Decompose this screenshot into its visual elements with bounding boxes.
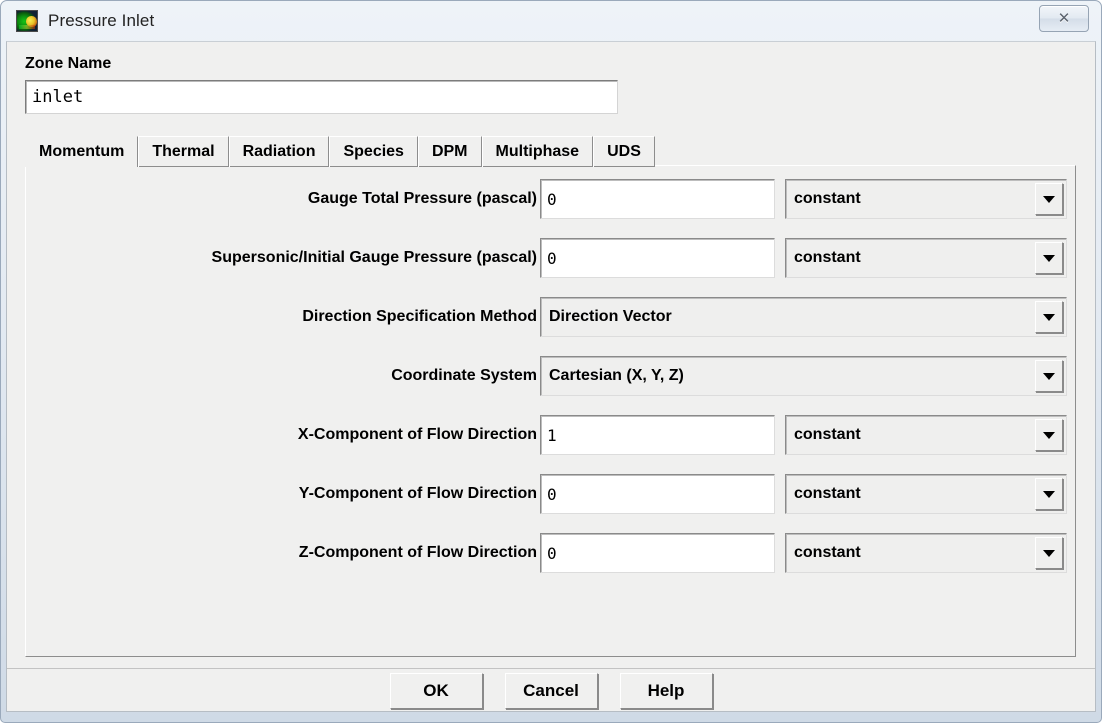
button-label: Cancel <box>523 681 579 701</box>
close-icon: ✕ <box>1058 11 1071 26</box>
tab-radiation[interactable]: Radiation <box>229 136 330 167</box>
row-x-component-of-flow-direction: X-Component of Flow Direction constant <box>26 415 1075 455</box>
chevron-down-icon[interactable] <box>1035 183 1063 215</box>
tab-thermal[interactable]: Thermal <box>138 136 228 167</box>
combo-selected-value: Cartesian (X, Y, Z) <box>541 367 684 385</box>
chevron-down-icon[interactable] <box>1035 360 1063 392</box>
x-component-of-flow-direction-input[interactable] <box>540 415 775 455</box>
z-component-of-flow-direction-input[interactable] <box>540 533 775 573</box>
pressure-inlet-dialog: Pressure Inlet ✕ Zone Name Momentum Therm… <box>0 0 1102 723</box>
ok-button[interactable]: OK <box>390 673 483 709</box>
zone-name-label: Zone Name <box>25 55 111 73</box>
chevron-down-icon[interactable] <box>1035 242 1063 274</box>
chevron-down-icon[interactable] <box>1035 419 1063 451</box>
chevron-down-glyph <box>1043 432 1055 439</box>
row-z-component-of-flow-direction: Z-Component of Flow Direction constant <box>26 533 1075 573</box>
row-coordinate-system: Coordinate SystemCartesian (X, Y, Z) <box>26 356 1075 396</box>
y-component-of-flow-direction-input[interactable] <box>540 474 775 514</box>
supersonic-initial-gauge-pressure-combo[interactable]: constant <box>785 238 1067 278</box>
tab-uds[interactable]: UDS <box>593 136 655 167</box>
combo-selected-value: Direction Vector <box>541 308 672 326</box>
row-y-component-of-flow-direction: Y-Component of Flow Direction constant <box>26 474 1075 514</box>
button-label: Help <box>648 681 685 701</box>
x-component-of-flow-direction-label: X-Component of Flow Direction <box>26 415 537 455</box>
tab-label: Radiation <box>243 143 316 161</box>
tab-momentum[interactable]: Momentum <box>25 136 138 167</box>
row-supersonic-initial-gauge-pressure: Supersonic/Initial Gauge Pressure (pasca… <box>26 238 1075 278</box>
zone-name-input[interactable] <box>25 80 618 114</box>
fluent-contour-icon <box>16 10 38 32</box>
chevron-down-icon[interactable] <box>1035 301 1063 333</box>
title-bar[interactable]: Pressure Inlet ✕ <box>6 1 1096 41</box>
tab-label: Species <box>343 143 403 161</box>
chevron-down-glyph <box>1043 491 1055 498</box>
close-button[interactable]: ✕ <box>1039 5 1089 32</box>
gauge-total-pressure-label: Gauge Total Pressure (pascal) <box>26 179 537 219</box>
gauge-total-pressure-combo[interactable]: constant <box>785 179 1067 219</box>
tab-label: UDS <box>607 143 641 161</box>
chevron-down-glyph <box>1043 373 1055 380</box>
x-component-of-flow-direction-combo[interactable]: constant <box>785 415 1067 455</box>
chevron-down-icon[interactable] <box>1035 537 1063 569</box>
cancel-button[interactable]: Cancel <box>505 673 598 709</box>
tab-strip: Momentum Thermal Radiation Species DPM Multip… <box>25 135 655 167</box>
chevron-down-glyph <box>1043 550 1055 557</box>
y-component-of-flow-direction-label: Y-Component of Flow Direction <box>26 474 537 514</box>
tab-label: Thermal <box>152 143 214 161</box>
window-title: Pressure Inlet <box>48 11 154 31</box>
tab-label: Momentum <box>39 143 124 161</box>
direction-specification-method-label: Direction Specification Method <box>26 297 537 337</box>
tab-multiphase[interactable]: Multiphase <box>482 136 594 167</box>
combo-selected-value: constant <box>786 190 861 208</box>
tab-species[interactable]: Species <box>329 136 417 167</box>
chevron-down-glyph <box>1043 314 1055 321</box>
combo-selected-value: constant <box>786 426 861 444</box>
z-component-of-flow-direction-label: Z-Component of Flow Direction <box>26 533 537 573</box>
dialog-client-area: Zone Name Momentum Thermal Radiation Specie… <box>6 41 1096 712</box>
direction-specification-method-combo[interactable]: Direction Vector <box>540 297 1067 337</box>
row-gauge-total-pressure: Gauge Total Pressure (pascal) constant <box>26 179 1075 219</box>
tab-dpm[interactable]: DPM <box>418 136 482 167</box>
y-component-of-flow-direction-combo[interactable]: constant <box>785 474 1067 514</box>
chevron-down-glyph <box>1043 196 1055 203</box>
supersonic-initial-gauge-pressure-input[interactable] <box>540 238 775 278</box>
row-direction-specification-method: Direction Specification MethodDirection … <box>26 297 1075 337</box>
chevron-down-glyph <box>1043 255 1055 262</box>
combo-selected-value: constant <box>786 249 861 267</box>
button-label: OK <box>423 681 449 701</box>
coordinate-system-combo[interactable]: Cartesian (X, Y, Z) <box>540 356 1067 396</box>
z-component-of-flow-direction-combo[interactable]: constant <box>785 533 1067 573</box>
gauge-total-pressure-input[interactable] <box>540 179 775 219</box>
supersonic-initial-gauge-pressure-label: Supersonic/Initial Gauge Pressure (pasca… <box>26 238 537 278</box>
tab-label: Multiphase <box>496 143 580 161</box>
help-button[interactable]: Help <box>620 673 713 709</box>
chevron-down-icon[interactable] <box>1035 478 1063 510</box>
coordinate-system-label: Coordinate System <box>26 356 537 396</box>
tab-label: DPM <box>432 143 468 161</box>
momentum-tab-panel: Gauge Total Pressure (pascal) constant Sup… <box>25 165 1076 657</box>
combo-selected-value: constant <box>786 485 861 503</box>
combo-selected-value: constant <box>786 544 861 562</box>
dialog-button-bar: OK Cancel Help <box>7 668 1095 713</box>
